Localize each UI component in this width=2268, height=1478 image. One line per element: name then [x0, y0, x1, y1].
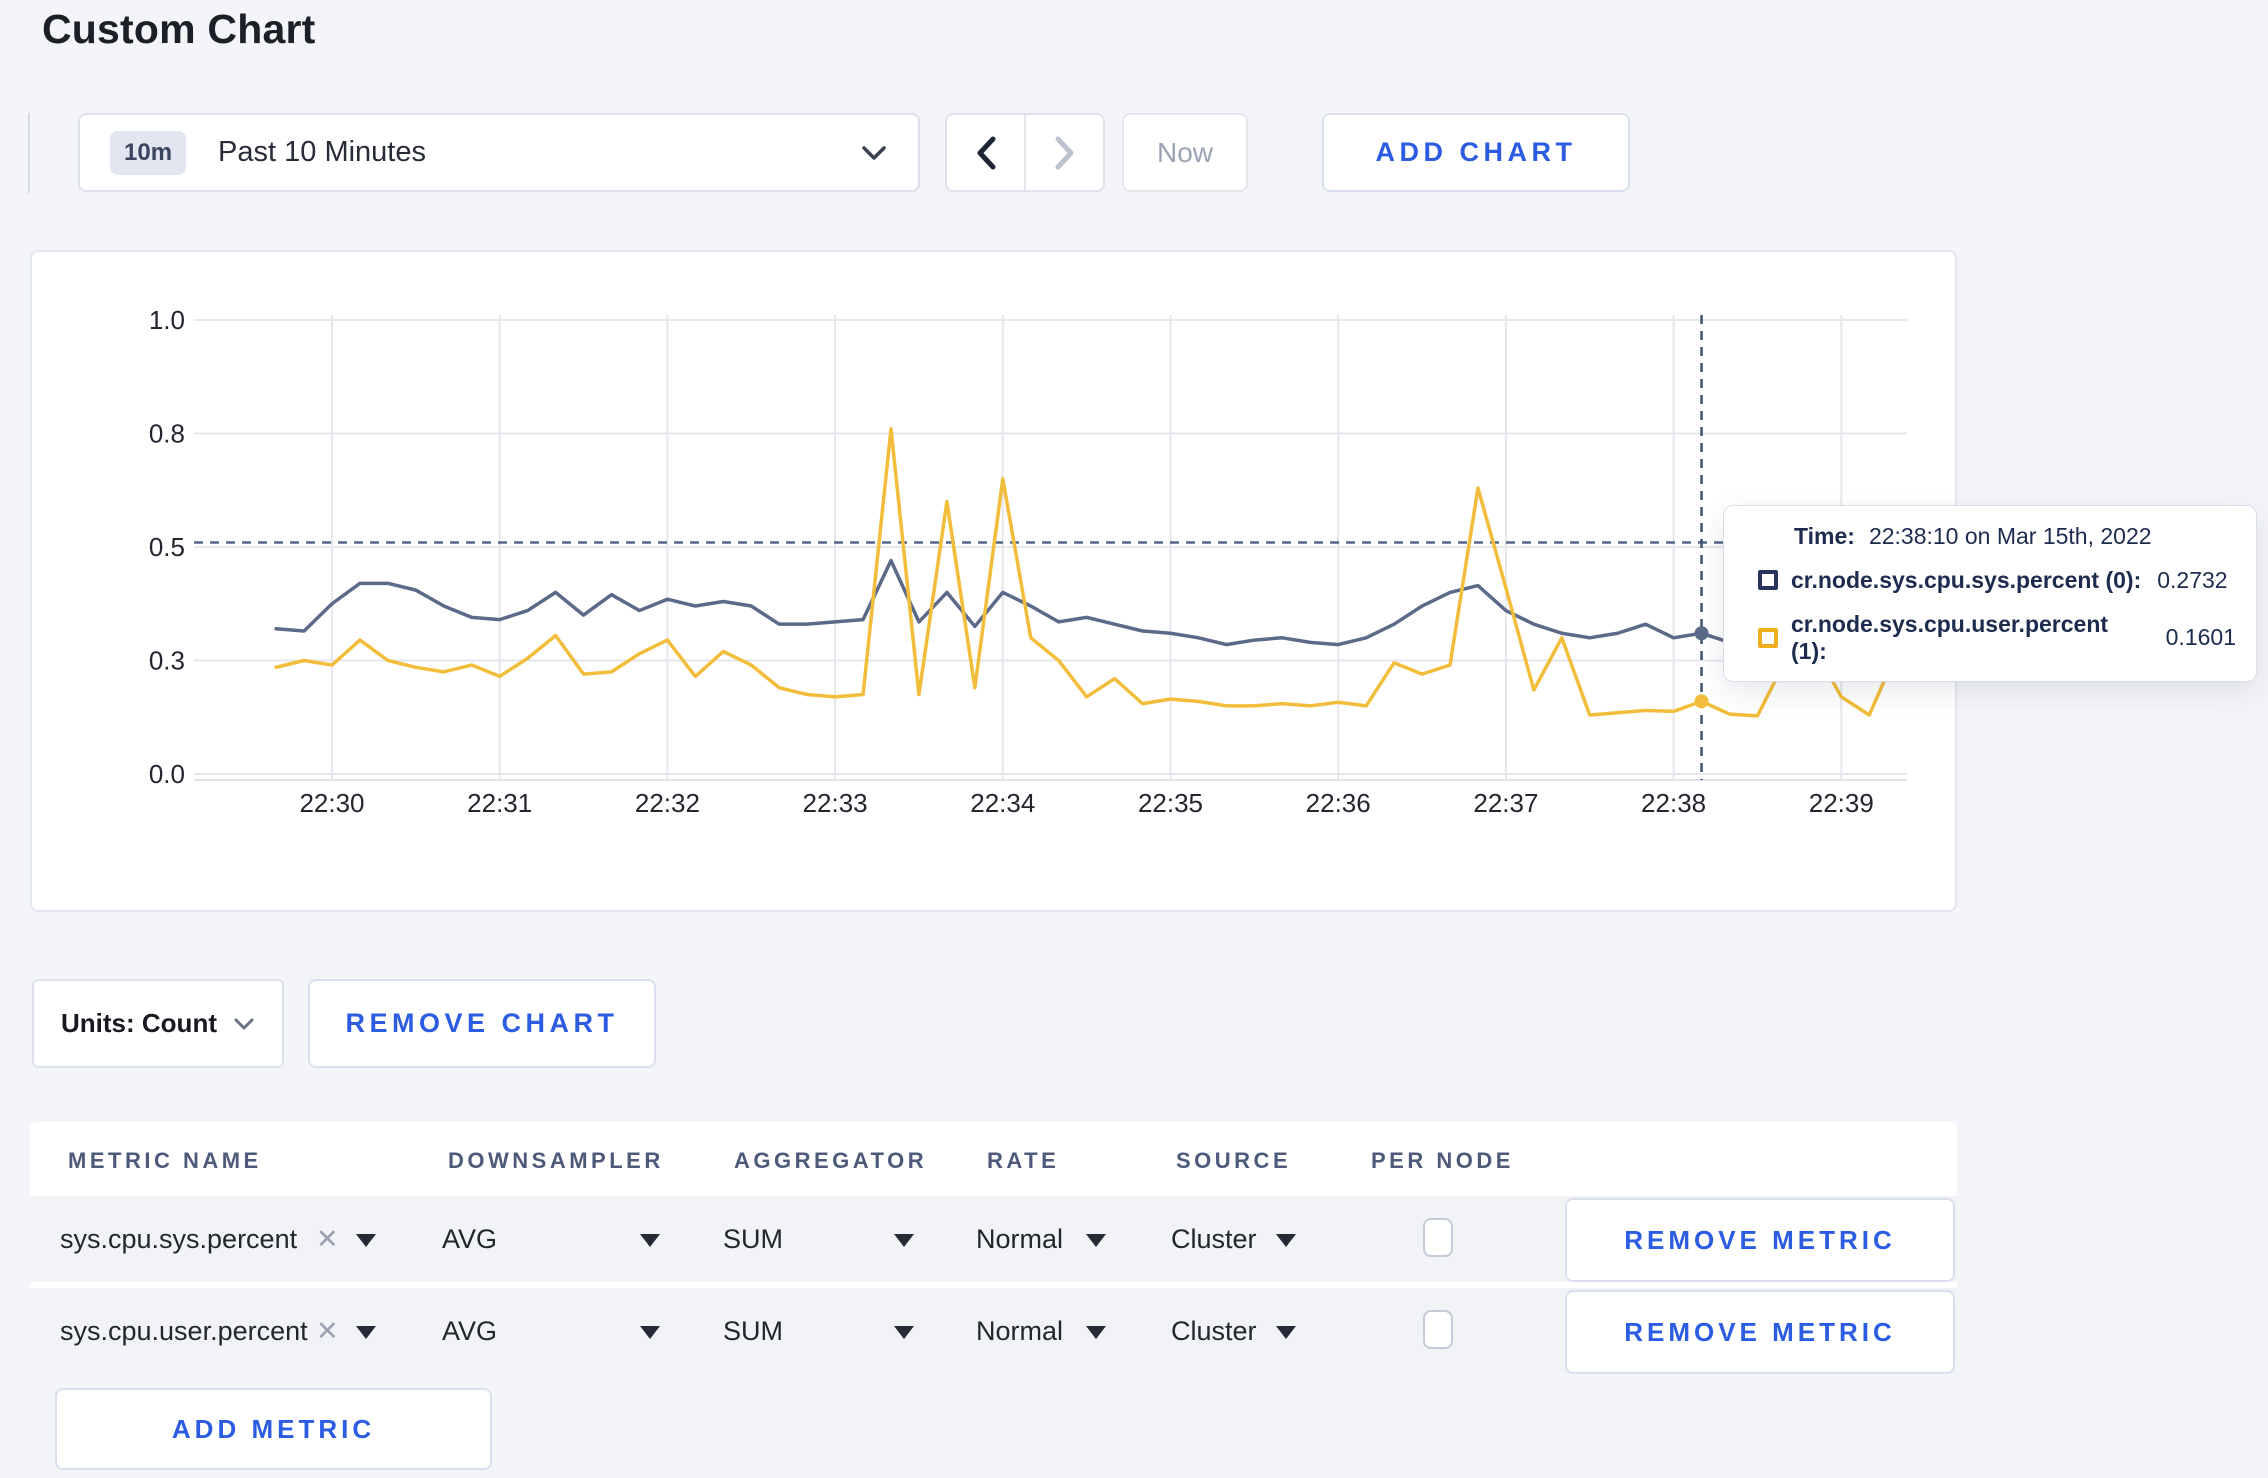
tooltip-series-value: 0.1601 [2165, 624, 2236, 650]
tooltip-series-row: cr.node.sys.cpu.sys.percent (0): 0.2732 [1758, 567, 2236, 594]
svg-text:22:37: 22:37 [1473, 788, 1538, 818]
source-caret-icon[interactable] [1276, 1326, 1296, 1339]
prev-time-button[interactable] [947, 115, 1026, 190]
chart-tooltip: Time: 22:38:10 on Mar 15th, 2022 cr.node.… [1723, 505, 2257, 682]
now-button[interactable]: Now [1122, 113, 1248, 192]
header-aggregator: AGGREGATOR [734, 1148, 928, 1173]
hover-point-dot [1694, 694, 1709, 709]
header-per-node: PER NODE [1371, 1148, 1514, 1173]
chart-series-lines [274, 427, 1899, 718]
svg-text:22:33: 22:33 [803, 788, 868, 818]
aggregator-caret-icon[interactable] [894, 1326, 914, 1339]
metrics-table: METRIC NAME DOWNSAMPLER AGGREGATOR RATE … [30, 1122, 1957, 1374]
svg-text:1.0: 1.0 [149, 305, 185, 335]
hover-point-dot [1694, 626, 1709, 641]
svg-text:22:39: 22:39 [1809, 788, 1874, 818]
aggregator-select[interactable]: SUM [723, 1196, 783, 1282]
remove-chart-button[interactable]: REMOVE CHART [308, 979, 656, 1068]
chevron-left-icon [977, 136, 995, 169]
toolbar-divider [28, 113, 30, 193]
rate-caret-icon[interactable] [1086, 1234, 1106, 1247]
aggregator-caret-icon[interactable] [894, 1234, 914, 1247]
rate-caret-icon[interactable] [1086, 1326, 1106, 1339]
svg-text:0.8: 0.8 [149, 419, 185, 449]
svg-text:0.0: 0.0 [149, 759, 185, 789]
add-metric-button[interactable]: ADD METRIC [55, 1388, 492, 1470]
units-label: Units: Count [61, 1008, 217, 1038]
source-select[interactable]: Cluster [1171, 1196, 1257, 1282]
chevron-down-icon [862, 145, 886, 160]
metrics-table-header: METRIC NAME DOWNSAMPLER AGGREGATOR RATE … [30, 1122, 1957, 1196]
sys-series-swatch-icon [1758, 570, 1778, 590]
svg-text:22:34: 22:34 [970, 788, 1035, 818]
svg-text:0.5: 0.5 [149, 532, 185, 562]
downsampler-caret-icon[interactable] [640, 1234, 660, 1247]
source-caret-icon[interactable] [1276, 1234, 1296, 1247]
clear-metric-icon[interactable]: ✕ [316, 1288, 339, 1374]
remove-metric-button[interactable]: REMOVE METRIC [1565, 1290, 1955, 1374]
next-time-button[interactable] [1026, 115, 1103, 190]
per-node-checkbox[interactable] [1423, 1218, 1453, 1257]
header-rate: RATE [987, 1148, 1060, 1173]
chevron-down-icon [234, 1018, 254, 1029]
downsampler-select[interactable]: AVG [442, 1288, 497, 1374]
chart-axis-labels: 1.0 0.8 0.5 0.3 0.0 22:30 22:31 22:32 22:33 22:34… [149, 305, 1874, 818]
header-source: SOURCE [1176, 1148, 1292, 1173]
metric-caret-icon[interactable] [356, 1326, 376, 1339]
svg-text:22:38: 22:38 [1641, 788, 1706, 818]
downsampler-select[interactable]: AVG [442, 1196, 497, 1282]
clear-metric-icon[interactable]: ✕ [316, 1196, 339, 1282]
time-range-label: Past 10 Minutes [218, 136, 426, 168]
units-select[interactable]: Units: Count [32, 979, 284, 1068]
tooltip-series-value: 0.2732 [2157, 566, 2228, 593]
tooltip-series-name: cr.node.sys.cpu.sys.percent (0): [1791, 566, 2142, 593]
page-title: Custom Chart [42, 6, 316, 52]
tooltip-time-value: 22:38:10 on Mar 15th, 2022 [1868, 522, 2152, 549]
aggregator-select[interactable]: SUM [723, 1288, 783, 1374]
header-metric-name: METRIC NAME [68, 1148, 262, 1173]
header-downsampler: DOWNSAMPLER [448, 1148, 664, 1173]
tooltip-series-row: cr.node.sys.cpu.user.percent (1): 0.1601 [1758, 611, 2236, 665]
svg-text:0.3: 0.3 [149, 646, 185, 676]
tooltip-time-label: Time: [1794, 522, 1855, 549]
rate-select[interactable]: Normal [976, 1288, 1063, 1374]
time-range-select[interactable]: 10m Past 10 Minutes [78, 113, 920, 192]
chart-card: 1.0 0.8 0.5 0.3 0.0 22:30 22:31 22:32 22:33 22:34… [30, 250, 1957, 912]
chevron-right-icon [1055, 136, 1073, 169]
metric-caret-icon[interactable] [356, 1234, 376, 1247]
add-chart-button[interactable]: ADD CHART [1322, 113, 1630, 192]
time-nav-group [945, 113, 1105, 192]
tooltip-time-row: Time: 22:38:10 on Mar 15th, 2022 [1758, 523, 2236, 550]
rate-select[interactable]: Normal [976, 1196, 1063, 1282]
metric-name-select[interactable]: sys.cpu.sys.percent [60, 1196, 297, 1282]
timeseries-chart[interactable]: 1.0 0.8 0.5 0.3 0.0 22:30 22:31 22:32 22:33 22:34… [32, 252, 1955, 910]
svg-text:22:32: 22:32 [635, 788, 700, 818]
svg-text:22:35: 22:35 [1138, 788, 1203, 818]
svg-text:22:31: 22:31 [467, 788, 532, 818]
downsampler-caret-icon[interactable] [640, 1326, 660, 1339]
metric-name-select[interactable]: sys.cpu.user.percent [60, 1288, 308, 1374]
metric-row: sys.cpu.sys.percent ✕ AVG SUM Normal Clu… [30, 1196, 1957, 1282]
metric-row: sys.cpu.user.percent ✕ AVG SUM Normal Cl… [30, 1288, 1957, 1374]
tooltip-series-name: cr.node.sys.cpu.user.percent (1): [1791, 610, 2109, 664]
time-range-badge: 10m [110, 130, 187, 175]
svg-text:22:36: 22:36 [1306, 788, 1371, 818]
per-node-checkbox[interactable] [1423, 1310, 1453, 1349]
user-series-swatch-icon [1758, 627, 1778, 648]
custom-chart-page: Custom Chart 10m Past 10 Minutes Now ADD… [0, 0, 2268, 1478]
svg-text:22:30: 22:30 [299, 788, 364, 818]
source-select[interactable]: Cluster [1171, 1288, 1257, 1374]
remove-metric-button[interactable]: REMOVE METRIC [1565, 1198, 1955, 1282]
